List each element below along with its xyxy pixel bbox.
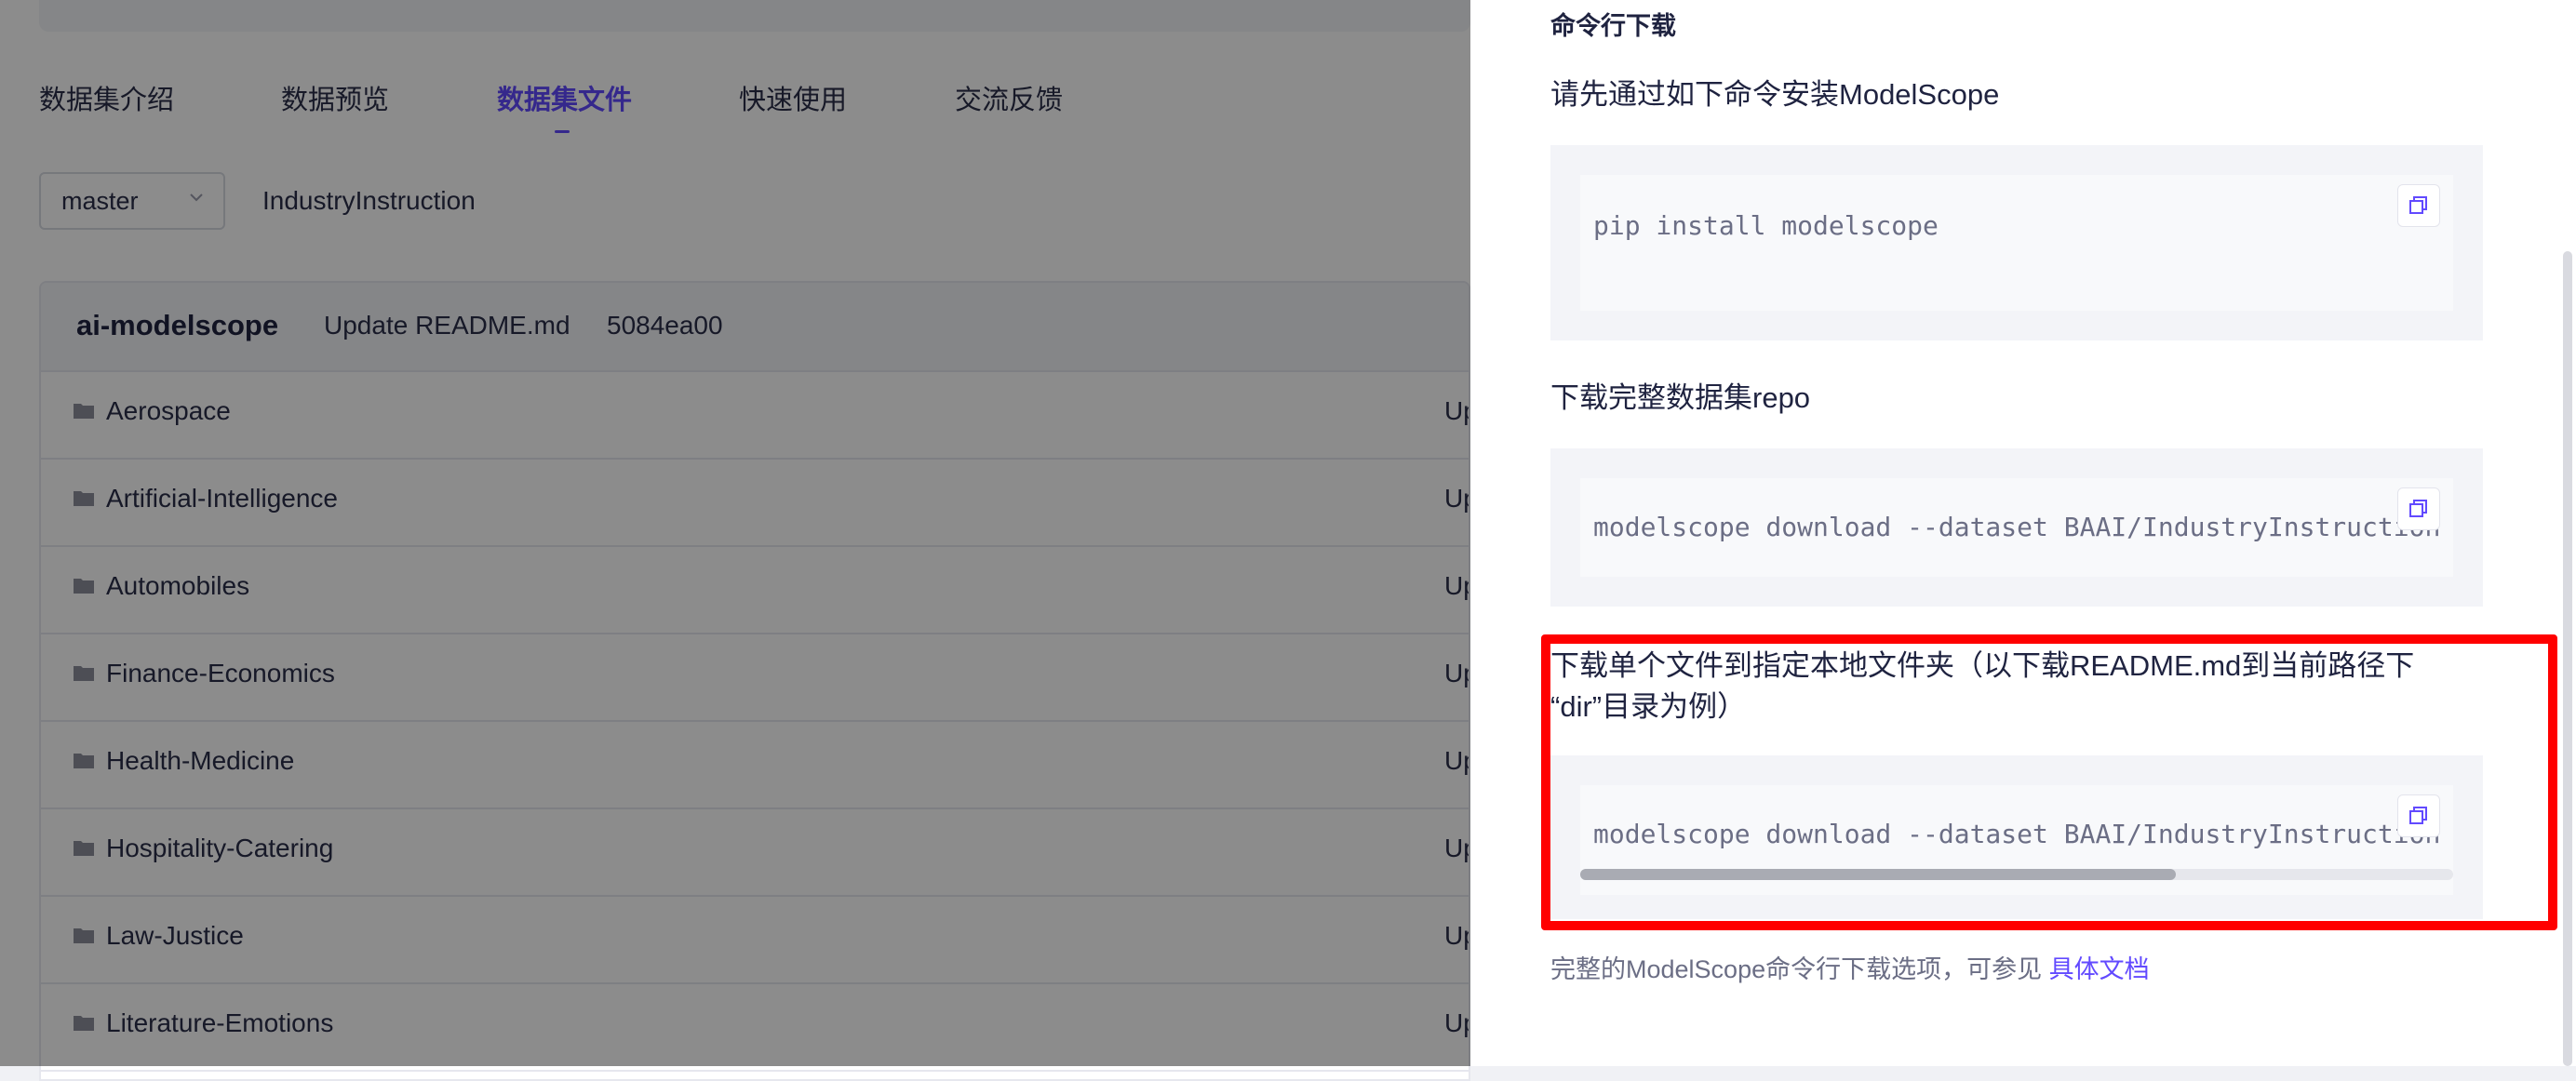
highlight-annotation xyxy=(1541,634,2557,930)
copy-icon xyxy=(2409,196,2427,214)
copy-icon xyxy=(2409,500,2427,517)
install-step-title: 请先通过如下命令安装ModelScope xyxy=(1550,78,2000,111)
copy-button[interactable] xyxy=(2397,487,2440,530)
download-repo-code-block: modelscope download --dataset BAAI/Indus… xyxy=(1550,448,2483,607)
section-title: 命令行下载 xyxy=(1550,12,1676,40)
copy-button[interactable] xyxy=(2397,184,2440,227)
install-code-block: pip install modelscope xyxy=(1550,145,2483,340)
modal-backdrop[interactable] xyxy=(0,0,1470,1066)
install-command[interactable]: pip install modelscope xyxy=(1593,210,1939,241)
download-repo-command[interactable]: modelscope download --dataset BAAI/Indus… xyxy=(1593,512,2440,542)
footnote-text: 完整的ModelScope命令行下载选项，可参见 xyxy=(1550,955,2043,983)
docs-link[interactable]: 具体文档 xyxy=(2049,955,2150,983)
download-repo-title: 下载完整数据集repo xyxy=(1550,381,1811,414)
drawer-scrollbar[interactable] xyxy=(2563,251,2572,1066)
footnote: 完整的ModelScope命令行下载选项，可参见 具体文档 xyxy=(1550,949,2150,985)
